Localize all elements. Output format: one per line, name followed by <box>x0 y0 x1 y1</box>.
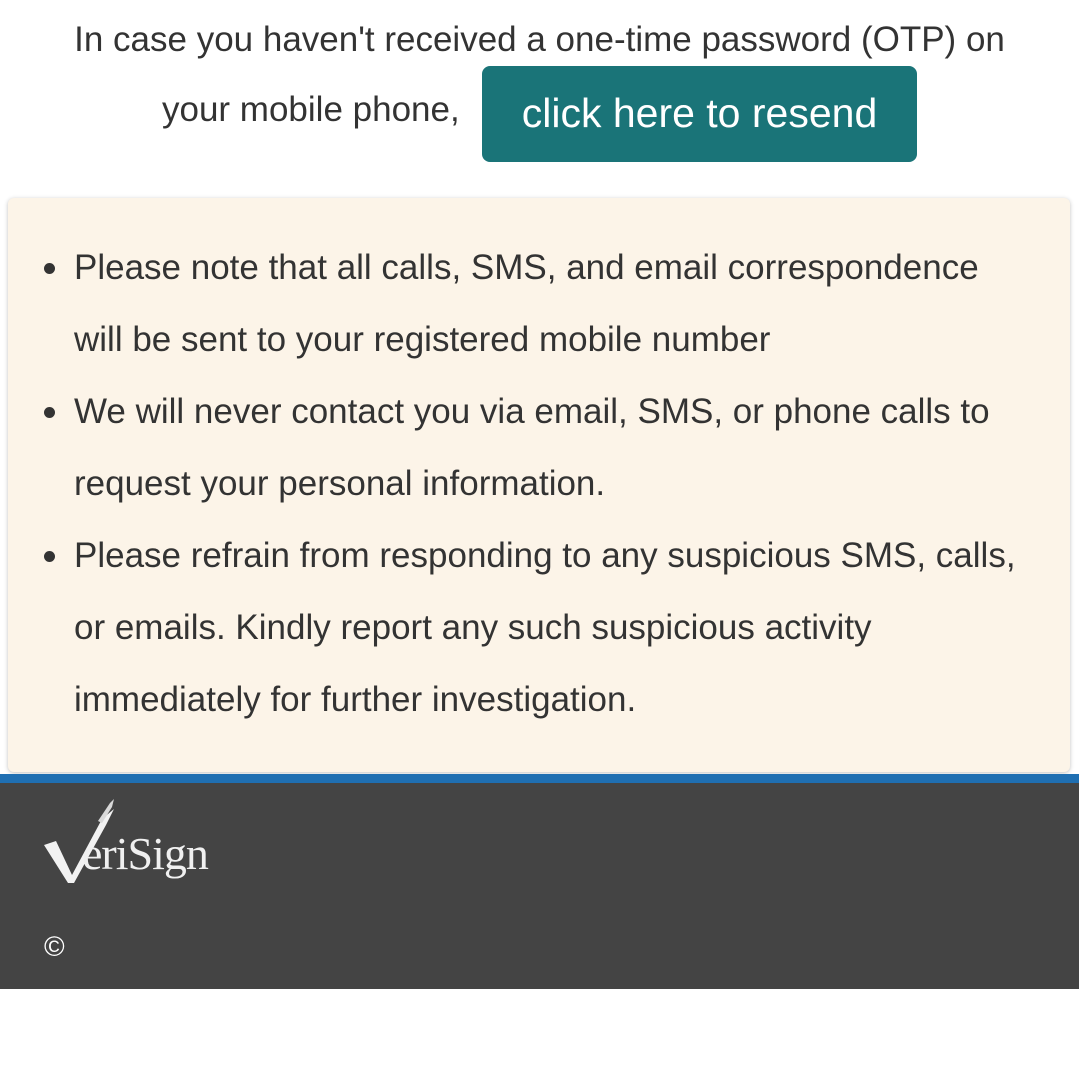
bullet-icon <box>44 263 55 274</box>
bullet-icon <box>44 407 55 418</box>
footer-accent-bar <box>0 774 1079 783</box>
notice-item: We will never contact you via email, SMS… <box>8 376 1070 520</box>
svg-text:eriSign: eriSign <box>82 828 209 879</box>
verisign-logo: eriSign <box>44 799 210 883</box>
copyright-symbol: © <box>44 931 65 962</box>
otp-message-line2: your mobile phone, <box>162 90 460 129</box>
notice-text: We will never contact you via email, SMS… <box>74 392 990 503</box>
notice-text: Please refrain from responding to any su… <box>74 536 1016 719</box>
bullet-icon <box>44 551 55 562</box>
otp-message-line2-row: your mobile phone, click here to resend <box>0 66 1079 162</box>
notice-item: Please refrain from responding to any su… <box>8 520 1070 736</box>
resend-otp-button[interactable]: click here to resend <box>482 66 917 162</box>
notice-item: Please note that all calls, SMS, and ema… <box>8 232 1070 376</box>
otp-resend-section: In case you haven't received a one-time … <box>0 0 1079 190</box>
notice-text: Please note that all calls, SMS, and ema… <box>74 248 979 359</box>
security-notice-box: Please note that all calls, SMS, and ema… <box>8 198 1070 772</box>
security-notice-list: Please note that all calls, SMS, and ema… <box>8 232 1070 736</box>
footer: eriSign © <box>0 783 1079 989</box>
